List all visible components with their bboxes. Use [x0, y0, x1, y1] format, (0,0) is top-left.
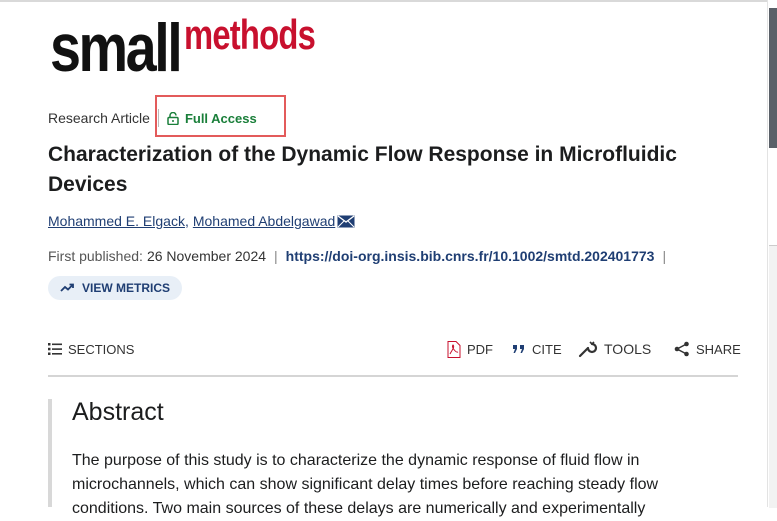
highlight-box — [155, 95, 286, 137]
author-link-1[interactable]: Mohammed E. Elgack — [48, 213, 185, 229]
browser-top-edge — [0, 0, 777, 2]
sections-button[interactable]: SECTIONS — [48, 338, 134, 360]
view-metrics-label: VIEW METRICS — [82, 281, 171, 295]
side-panel-lower — [769, 245, 777, 508]
article-type: Research Article — [48, 110, 150, 126]
cite-button[interactable]: CITE — [512, 338, 562, 360]
article-title: Characterization of the Dynamic Flow Res… — [48, 143, 677, 196]
side-panel-strip[interactable] — [767, 0, 777, 508]
side-thumbnail[interactable] — [769, 8, 777, 148]
abstract-heading: Abstract — [72, 398, 164, 426]
article-toolbar: SECTIONS PDF CITE TOOLS SHARE — [48, 338, 741, 360]
abstract-accent-bar — [48, 399, 52, 507]
pdf-button[interactable]: PDF — [447, 338, 493, 360]
toolbar-divider — [48, 375, 738, 377]
view-metrics-button[interactable]: VIEW METRICS — [48, 276, 183, 300]
share-icon — [674, 341, 689, 357]
sections-label: SECTIONS — [68, 341, 135, 357]
tools-button[interactable]: TOOLS — [578, 338, 651, 360]
share-label: SHARE — [696, 341, 741, 357]
cite-label: CITE — [532, 341, 562, 357]
pdf-label: PDF — [467, 341, 493, 357]
abstract-text: The purpose of this study is to characte… — [72, 452, 659, 517]
pipe-separator: | — [274, 248, 278, 264]
author-separator: , — [184, 213, 189, 229]
author-link-2[interactable]: Mohamed Abdelgawad — [193, 213, 335, 229]
logo-small-text: small — [50, 10, 183, 86]
logo-methods-text: methods — [184, 11, 316, 58]
doi-link[interactable]: https://doi-org.insis.bib.cnrs.fr/10.100… — [286, 248, 655, 264]
list-icon — [48, 343, 62, 355]
envelope-icon[interactable] — [337, 214, 355, 228]
pipe-separator: | — [662, 248, 667, 264]
quote-icon — [513, 345, 524, 353]
first-published-date: 26 November 2024 — [146, 248, 267, 264]
wrench-icon — [578, 341, 598, 358]
publication-info: First published: 26 November 2024 | http… — [48, 248, 674, 264]
pdf-file-icon — [447, 340, 461, 358]
share-button[interactable]: SHARE — [674, 338, 741, 360]
trending-up-icon — [60, 283, 74, 292]
first-published-label: First published: — [48, 248, 143, 264]
tools-label: TOOLS — [604, 341, 652, 357]
author-list: Mohammed E. Elgack , Mohamed Abdelgawad — [48, 213, 355, 229]
